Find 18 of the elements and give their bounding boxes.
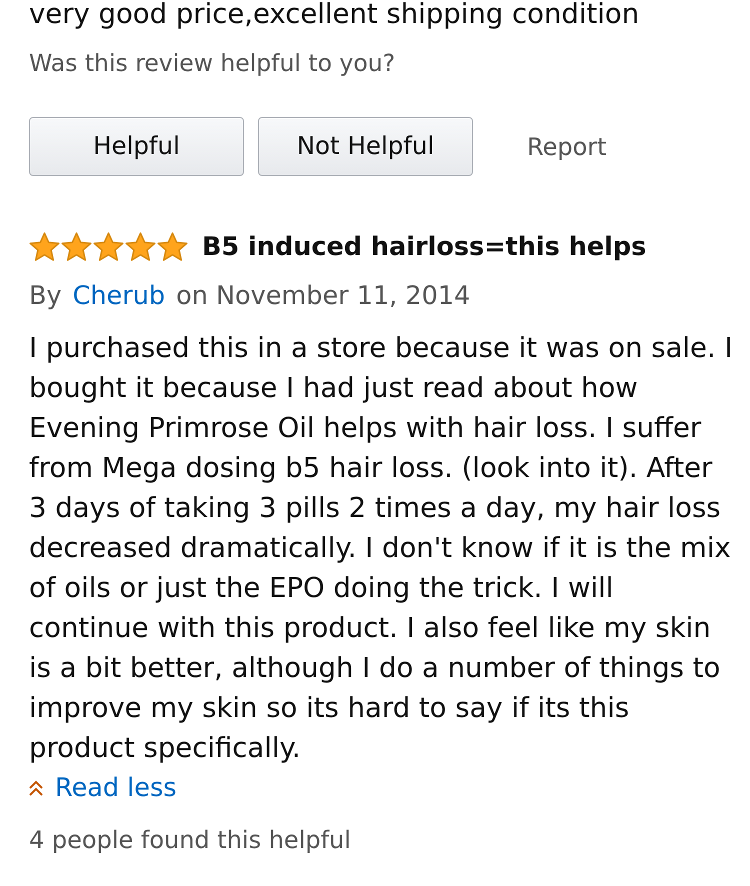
star-filled-icon bbox=[93, 232, 124, 262]
by-label: By bbox=[29, 280, 62, 312]
author-link[interactable]: Cherub bbox=[72, 280, 166, 312]
star-filled-icon bbox=[29, 232, 60, 262]
star-filled-icon bbox=[61, 232, 92, 262]
helpful-count: 4 people found this helpful bbox=[29, 826, 352, 854]
review-date: on November 11, 2014 bbox=[176, 280, 470, 312]
star-filled-icon bbox=[125, 232, 156, 262]
star-filled-icon bbox=[157, 232, 188, 262]
double-chevron-up-icon bbox=[29, 780, 43, 796]
review-title: B5 induced hairloss=this helps bbox=[202, 231, 646, 263]
review-text: I purchased this in a store because it was on sale. I bought it because I had just read about how Evening Primrose Oil helps with hair loss. I suffer from Mega dosing b5 hair loss. (look into it). After 3 days of taking 3 pills 2 times a day, my hair loss decreased dramatically. I don't know if it is the mix of oils or just the EPO doing the trick. I will continue with this product. I also feel like my skin is a bit better, although I do a number of things to improve my skin so its hard to say if its this product specifically. bbox=[29, 331, 734, 766]
read-less-link[interactable]: Read less bbox=[55, 771, 177, 805]
vote-button[interactable]: Not Helpful bbox=[258, 117, 473, 176]
review-text: very good price,excellent shipping condition bbox=[29, 0, 640, 29]
vote-button[interactable]: Helpful bbox=[29, 117, 244, 176]
helpful-prompt: Was this review helpful to you? bbox=[29, 49, 396, 77]
report-link[interactable]: Report bbox=[527, 132, 607, 162]
